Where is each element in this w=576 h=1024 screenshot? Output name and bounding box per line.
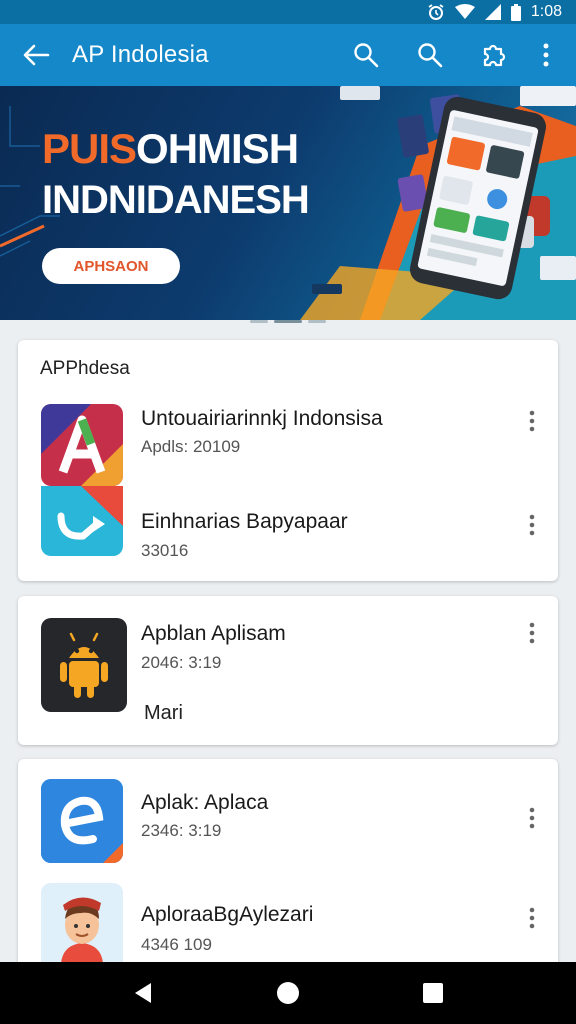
app-bar: AP Indolesia [0,24,576,86]
more-vert-icon [543,43,549,67]
promo-banner[interactable]: PUISOHMISH INDNIDANESH APHSAON [0,86,576,320]
item-menu-button[interactable] [520,803,544,833]
list-item[interactable]: Aplak: Aplaca 2346: 3:19 [18,779,558,865]
avatar-character-icon [41,883,123,963]
more-vert-icon [529,622,535,644]
letter-a-logo-icon [41,404,123,486]
pager-dot[interactable] [308,320,326,323]
battery-icon [510,3,521,21]
nav-recents-icon [423,983,444,1003]
app-list-card: Apblan Aplisam 2046: 3:19 Mari [18,596,558,745]
item-menu-button[interactable] [520,903,544,933]
app-title: AP Indolesia [72,41,209,68]
app-name: Apblan Aplisam [141,622,286,645]
list-item[interactable]: AploraaBgAylezari 4346 109 [18,883,558,963]
extensions-button[interactable] [462,24,526,86]
wifi-icon [454,4,475,20]
app-name: Untouairiarinnkj Indonsisa [141,407,383,430]
nav-recents-button[interactable] [403,963,463,1023]
app-meta: 33016 [141,541,189,560]
banner-headline-accent: PUIS [42,125,137,172]
signal-icon [484,4,501,20]
alarm-icon [427,3,445,21]
system-nav-bar [0,962,576,1024]
nav-home-button[interactable] [258,963,318,1023]
back-button[interactable] [0,24,72,86]
overflow-menu-button[interactable] [526,24,566,86]
puzzle-icon [483,44,506,67]
app-name: AploraaBgAylezari [141,903,314,926]
more-vert-icon [529,807,535,829]
banner-headline-line2: INDNIDANESH [42,178,310,222]
section-title: APPhdesa [40,358,130,379]
item-menu-button[interactable] [520,510,544,540]
app-list-card: Aplak: Aplaca 2346: 3:19 AploraaBgAyleza… [18,759,558,979]
app-list-card: APPhdesa Untouairiarinnkj Indonsisa Apdl… [18,340,558,581]
nav-back-icon [134,983,151,1003]
search-button-secondary[interactable] [398,24,462,86]
app-name: Einhnarias Bapyapaar [141,510,348,533]
app-meta: 4346 109 [141,935,212,954]
more-vert-icon [529,410,535,432]
app-name: Aplak: Aplaca [141,791,269,814]
list-item[interactable]: Einhnarias Bapyapaar 33016 [18,486,558,560]
swoosh-logo-icon [41,486,123,556]
app-meta: Apdls: 20109 [141,437,241,456]
banner-headline: PUISOHMISH [42,125,299,172]
search-icon [418,43,443,68]
banner-pager [0,320,576,326]
item-menu-button[interactable] [520,618,544,648]
app-category-label: Mari [144,702,183,724]
nav-home-icon [276,982,299,1004]
list-item[interactable]: Apblan Aplisam 2046: 3:19 Mari [18,618,558,724]
nav-back-button[interactable] [113,963,173,1023]
search-button[interactable] [334,24,398,86]
more-vert-icon [529,514,535,536]
search-icon [354,43,379,68]
more-vert-icon [529,907,535,929]
android-robot-icon [41,618,127,712]
back-arrow-icon [23,44,50,66]
pager-dot[interactable] [250,320,268,323]
banner-cta-button[interactable]: APHSAON [42,248,180,284]
clock-time: 1:08 [530,3,562,20]
item-menu-button[interactable] [520,406,544,436]
app-meta: 2046: 3:19 [141,653,222,672]
banner-headline-rest: OHMISH [136,125,299,172]
list-item[interactable]: Untouairiarinnkj Indonsisa Apdls: 20109 [18,404,558,486]
pager-dot-active[interactable] [274,320,302,323]
app-meta: 2346: 3:19 [141,821,222,840]
letter-e-logo-icon [41,779,123,863]
status-bar: 1:08 [0,0,576,24]
